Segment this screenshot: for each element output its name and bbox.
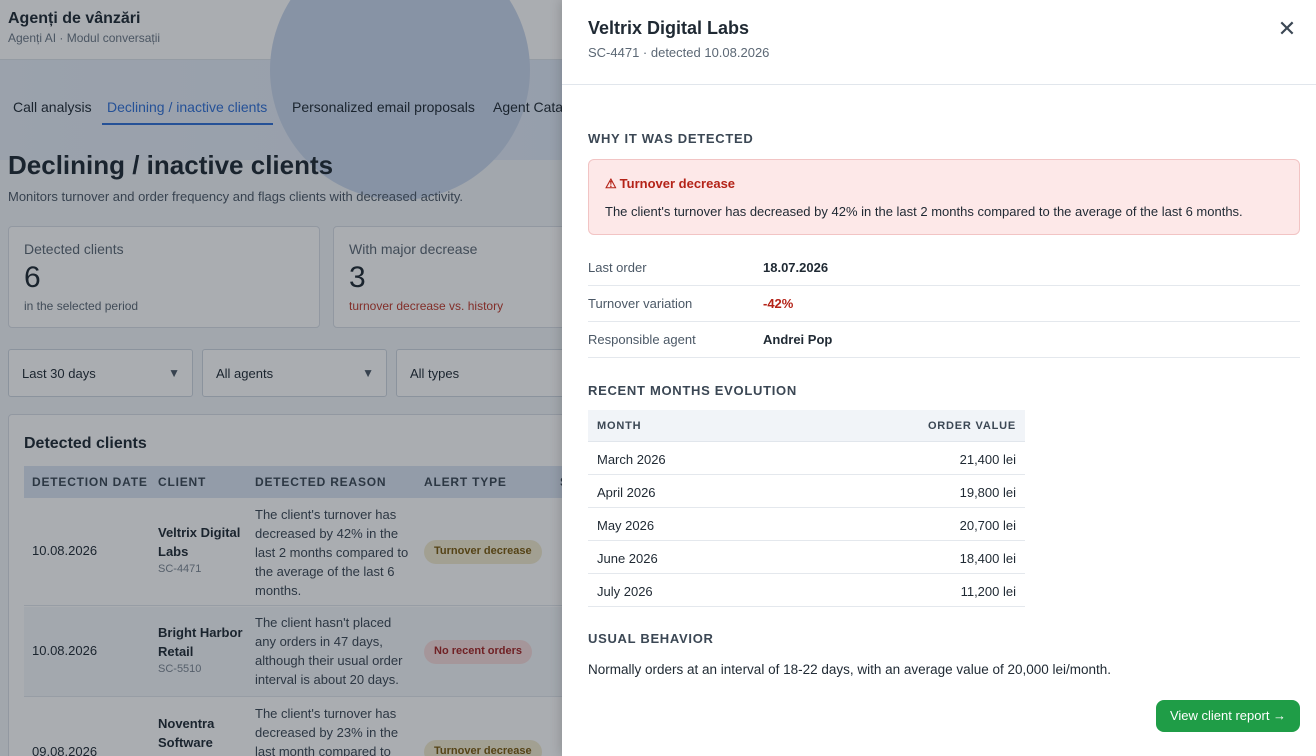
month-cell: May 2026 [597,518,655,533]
order-value-cell: 21,400 lei [959,452,1016,467]
close-icon[interactable]: ✕ [1275,17,1299,41]
order-value-cell: 20,700 lei [959,518,1016,533]
order-value-cell: 11,200 lei [960,584,1016,599]
section-heading-evolution: RECENT MONTHS EVOLUTION [588,383,797,398]
drawer-subtitle: SC-4471 · detected 10.08.2026 [588,45,770,60]
detection-alert: ⚠ Turnover decrease The client's turnover… [588,159,1300,235]
alert-title-text: Turnover decrease [619,176,736,191]
month-cell: July 2026 [597,584,653,599]
table-row: April 2026 19,800 lei [588,475,1025,508]
detail-value: -42% [763,296,794,311]
table-row: June 2026 18,400 lei [588,541,1025,574]
drawer-header: Veltrix Digital Labs SC-4471 · detected … [562,0,1316,85]
detail-value: Andrei Pop [763,332,833,347]
alert-text: The client's turnover has decreased by 4… [605,204,1243,219]
table-row: March 2026 21,400 lei [588,442,1025,475]
order-value-cell: 18,400 lei [959,551,1016,566]
table-row: May 2026 20,700 lei [588,508,1025,541]
alert-title: ⚠ Turnover decrease [605,176,735,192]
detail-value: 18.07.2026 [763,260,829,275]
detail-row-last-order: Last order 18.07.2026 [588,250,1300,286]
month-cell: June 2026 [597,551,658,566]
evolution-table-header: MONTH ORDER VALUE [588,410,1025,442]
order-value-cell: 19,800 lei [959,485,1016,500]
section-heading-usual-behavior: USUAL BEHAVIOR [588,631,714,646]
detail-label: Last order [588,260,647,275]
view-client-report-button[interactable]: View client report → [1156,700,1300,732]
month-cell: April 2026 [597,485,656,500]
column-header-month: MONTH [597,420,642,432]
evolution-table: MONTH ORDER VALUE March 2026 21,400 lei … [588,410,1025,607]
warning-icon: ⚠ [605,176,617,191]
drawer-title: Veltrix Digital Labs [588,18,750,38]
column-header-order-value: ORDER VALUE [927,420,1016,432]
month-cell: March 2026 [597,452,666,467]
section-heading-why: WHY IT WAS DETECTED [588,131,754,146]
detail-row-turnover-variation: Turnover variation -42% [588,286,1300,322]
client-detail-drawer: Veltrix Digital Labs SC-4471 · detected … [562,0,1316,756]
table-row: July 2026 11,200 lei [588,574,1025,607]
detail-row-responsible-agent: Responsible agent Andrei Pop [588,322,1300,358]
detail-label: Responsible agent [588,332,696,347]
detail-label: Turnover variation [588,296,693,311]
usual-behavior-text: Normally orders at an interval of 18-22 … [588,662,1112,677]
